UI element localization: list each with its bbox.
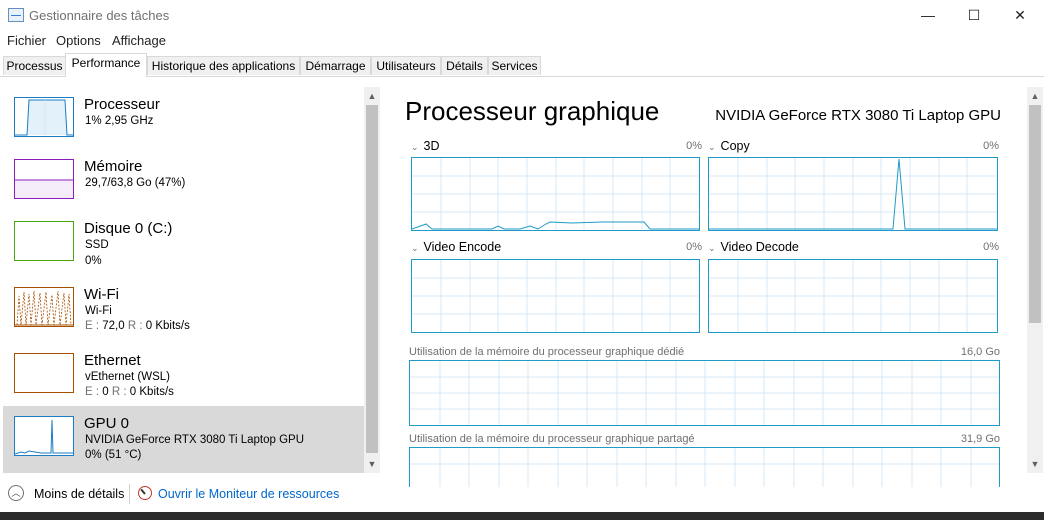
sidebar-scrollbar[interactable]: ▲ ▼	[364, 87, 380, 473]
tab-details[interactable]: Détails	[441, 56, 488, 75]
tab-performance[interactable]: Performance	[65, 53, 147, 77]
tab-utilisateurs[interactable]: Utilisateurs	[371, 56, 441, 75]
sidebar-item-detail-2: 0%	[85, 255, 102, 267]
tab-demarrage[interactable]: Démarrage	[300, 56, 371, 75]
scroll-up-arrow-icon[interactable]: ▲	[1027, 88, 1043, 104]
sidebar-item-detail-2: 0% (51 °C)	[85, 449, 142, 461]
scroll-up-arrow-icon[interactable]: ▲	[364, 88, 380, 104]
receive-value: 0 Kbits/s	[129, 386, 174, 398]
chevron-down-icon: ⌄	[708, 142, 716, 152]
sidebar-item-throughput: E : 72,0 R : 0 Kbits/s	[85, 320, 190, 332]
tab-processus[interactable]: Processus	[3, 56, 66, 75]
send-value: 0	[102, 386, 109, 398]
receive-label: R :	[111, 386, 127, 398]
sidebar-item-disque[interactable]: Disque 0 (C:) SSD 0%	[3, 211, 365, 273]
ethernet-thumbnail-graph	[14, 353, 74, 393]
sidebar-item-label: Ethernet	[84, 352, 141, 369]
close-button[interactable]: ✕	[997, 0, 1043, 31]
graph-video-decode	[708, 259, 998, 333]
engine-pct-copy: 0%	[983, 140, 999, 152]
memory-thumbnail-graph	[14, 159, 74, 199]
receive-value: 0 Kbits/s	[145, 320, 190, 332]
graph-3d-plot	[412, 158, 699, 230]
open-resource-monitor-link[interactable]: Ouvrir le Moniteur de ressources	[158, 487, 339, 501]
sidebar-item-detail: vEthernet (WSL)	[85, 371, 170, 383]
sidebar-item-label: GPU 0	[84, 415, 130, 432]
sidebar-item-processeur[interactable]: Processeur 1% 2,95 GHz	[3, 87, 365, 149]
sidebar-scrollbar-thumb[interactable]	[366, 105, 378, 453]
graph-video-decode-plot	[709, 260, 997, 332]
shared-memory-label: Utilisation de la mémoire du processeur …	[409, 433, 695, 445]
dedicated-memory-label: Utilisation de la mémoire du processeur …	[409, 346, 685, 358]
footer-bar: ︿ Moins de détails Ouvrir le Moniteur de…	[0, 480, 1044, 512]
sidebar-item-label: Processeur	[84, 96, 160, 113]
main-scrollbar[interactable]: ▲ ▼	[1027, 87, 1043, 473]
sidebar-item-label: Wi-Fi	[84, 286, 119, 303]
resource-sidebar: Processeur 1% 2,95 GHz Mémoire 29,7/63,8…	[3, 87, 365, 473]
desktop-strip	[0, 512, 1044, 520]
engine-pct-video-decode: 0%	[983, 241, 999, 253]
resource-monitor-icon	[138, 486, 152, 500]
engine-pct-3d: 0%	[686, 140, 702, 152]
sidebar-item-detail: 1% 2,95 GHz	[85, 115, 154, 127]
send-label: E :	[85, 386, 100, 398]
tab-bar: Processus Performance Historique des app…	[0, 53, 1044, 77]
sidebar-item-label: Mémoire	[84, 158, 143, 175]
sidebar-item-wifi[interactable]: Wi-Fi Wi-Fi E : 72,0 R : 0 Kbits/s	[3, 277, 365, 339]
engine-selector-copy[interactable]: ⌄ Copy	[708, 139, 750, 153]
less-details-button[interactable]: Moins de détails	[34, 487, 124, 501]
chevron-down-icon: ⌄	[411, 142, 419, 152]
scroll-down-arrow-icon[interactable]: ▼	[1027, 456, 1043, 472]
sidebar-item-gpu[interactable]: GPU 0 NVIDIA GeForce RTX 3080 Ti Laptop …	[3, 406, 365, 473]
dedicated-memory-value: 16,0 Go	[960, 346, 1000, 358]
graph-dedicated-memory	[409, 360, 1000, 426]
sidebar-item-detail: Wi-Fi	[85, 305, 112, 317]
sidebar-item-detail: SSD	[85, 239, 109, 251]
collapse-chevron-icon[interactable]: ︿	[8, 485, 24, 501]
graph-dedicated-memory-plot	[410, 361, 999, 425]
menu-affichage[interactable]: Affichage	[112, 33, 166, 48]
sidebar-item-memoire[interactable]: Mémoire 29,7/63,8 Go (47%)	[3, 149, 365, 211]
menu-fichier[interactable]: Fichier	[7, 33, 46, 48]
chevron-down-icon: ⌄	[708, 243, 716, 253]
tab-historique[interactable]: Historique des applications	[147, 56, 300, 75]
title-bar: Gestionnaire des tâches — ☐ ✕	[0, 0, 1044, 31]
receive-label: R :	[127, 320, 143, 332]
send-value: 72,0	[102, 320, 125, 332]
page-title: Processeur graphique	[405, 96, 660, 126]
graph-copy	[708, 157, 998, 231]
sidebar-item-label: Disque 0 (C:)	[84, 220, 173, 237]
graph-copy-plot	[709, 158, 997, 230]
graph-3d	[411, 157, 700, 231]
tab-services[interactable]: Services	[488, 56, 541, 75]
wifi-thumbnail-graph	[14, 287, 74, 327]
chevron-down-icon: ⌄	[411, 243, 419, 253]
gpu-thumbnail-graph	[14, 416, 74, 456]
maximize-button[interactable]: ☐	[951, 0, 997, 31]
main-scrollbar-thumb[interactable]	[1029, 105, 1041, 323]
engine-pct-video-encode: 0%	[686, 241, 702, 253]
menu-options[interactable]: Options	[56, 33, 101, 48]
scroll-down-arrow-icon[interactable]: ▼	[364, 456, 380, 472]
minimize-button[interactable]: —	[905, 0, 951, 31]
engine-selector-3d[interactable]: ⌄ 3D	[411, 139, 440, 153]
menu-bar: Fichier Options Affichage	[0, 31, 1044, 51]
shared-memory-value: 31,9 Go	[960, 433, 1000, 445]
sidebar-item-detail: 29,7/63,8 Go (47%)	[85, 177, 186, 189]
sidebar-item-ethernet[interactable]: Ethernet vEthernet (WSL) E : 0 R : 0 Kbi…	[3, 343, 365, 405]
sidebar-item-detail: NVIDIA GeForce RTX 3080 Ti Laptop GPU	[85, 434, 305, 446]
graph-video-encode	[411, 259, 700, 333]
disk-thumbnail-graph	[14, 221, 74, 261]
cpu-thumbnail-graph	[14, 97, 74, 137]
send-label: E :	[85, 320, 100, 332]
sidebar-item-throughput: E : 0 R : 0 Kbits/s	[85, 386, 174, 398]
footer-separator	[129, 484, 130, 504]
gpu-model-name: NVIDIA GeForce RTX 3080 Ti Laptop GPU	[715, 107, 1001, 124]
task-manager-icon	[8, 8, 24, 22]
window-title: Gestionnaire des tâches	[29, 8, 170, 23]
engine-selector-video-decode[interactable]: ⌄ Video Decode	[708, 240, 799, 254]
graph-video-encode-plot	[412, 260, 699, 332]
engine-selector-video-encode[interactable]: ⌄ Video Encode	[411, 240, 501, 254]
